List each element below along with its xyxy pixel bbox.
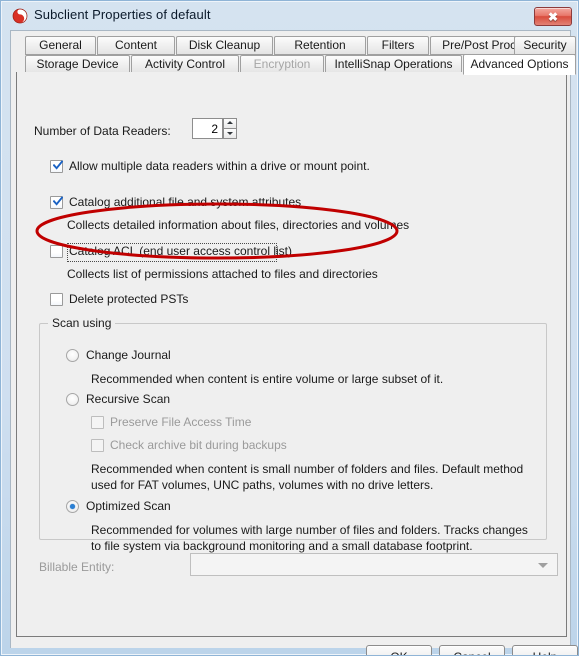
tab-retention-label: Retention [294,38,346,52]
check-archive-bit-checkbox [91,439,104,452]
optimized-scan-row[interactable]: Optimized Scan [66,499,366,516]
chevron-down-icon [227,132,233,136]
combo-separator [530,555,531,574]
radio-selected-dot-icon [70,504,75,509]
tab-advanced-options[interactable]: Advanced Options [463,54,576,75]
tab-filters-label: Filters [381,38,415,52]
delete-protected-psts-checkbox[interactable] [50,293,63,306]
change-journal-radio[interactable] [66,349,79,362]
tab-filters[interactable]: Filters [367,36,429,55]
optimized-scan-radio[interactable] [66,500,79,513]
checkmark-icon [53,196,63,208]
billable-entity-dropdown[interactable] [190,553,558,576]
tab-general-label: General [39,38,82,52]
catalog-acl-row[interactable]: Catalog ACL (end user access control lis… [50,243,450,262]
close-button[interactable]: ✖ [534,7,572,26]
change-journal-label: Change Journal [86,348,171,362]
tab-activity-control-label: Activity Control [144,57,226,71]
optimized-scan-label: Optimized Scan [86,499,171,513]
tab-storage-device-label: Storage Device [36,57,119,71]
catalog-acl-checkbox[interactable] [50,245,63,258]
tab-content-label: Content [114,38,158,52]
scan-using-groupbox: Scan using Change Journal Recommended wh… [39,316,547,553]
recursive-scan-label: Recursive Scan [86,392,171,406]
ok-button[interactable]: OK [366,645,432,655]
tab-encryption-label: Encryption [253,57,311,71]
spinner-up-button[interactable] [223,118,237,129]
tab-security-label: Security [523,38,567,52]
chevron-down-icon [538,563,548,568]
subclient-properties-window: Subclient Properties of default ✖ Genera… [0,0,579,656]
catalog-acl-label: Catalog ACL (end user access control lis… [69,244,292,258]
tab-intellisnap-operations-label: IntelliSnap Operations [334,57,453,71]
check-archive-bit-label: Check archive bit during backups [110,438,287,452]
optimized-scan-help-line1: Recommended for volumes with large numbe… [91,523,528,537]
preserve-file-access-time-checkbox [91,416,104,429]
delete-protected-psts-label: Delete protected PSTs [69,292,189,306]
recursive-scan-help-line1: Recommended when content is small number… [91,462,524,476]
allow-multiple-readers-label: Allow multiple data readers within a dri… [69,159,370,173]
recursive-scan-row[interactable]: Recursive Scan [66,392,366,409]
advanced-options-panel: Number of Data Readers: 2 Allow multiple… [16,72,567,637]
optimized-scan-help-line2: to file system via background monitoring… [91,539,473,553]
tab-advanced-options-label: Advanced Options [470,57,569,71]
tab-content[interactable]: Content [97,36,175,55]
tab-retention[interactable]: Retention [274,36,366,55]
allow-multiple-readers-row[interactable]: Allow multiple data readers within a dri… [50,159,450,176]
commvault-swirl-icon [12,8,28,24]
checkmark-icon [53,160,63,172]
tab-disk-cleanup[interactable]: Disk Cleanup [176,36,273,55]
recursive-scan-help-line2: used for FAT volumes, UNC paths, volumes… [91,478,434,492]
cancel-button[interactable]: Cancel [439,645,505,655]
catalog-attributes-label: Catalog additional file and system attri… [69,195,302,209]
billable-entity-label: Billable Entity: [39,560,115,574]
catalog-acl-help-text: Collects list of permissions attached to… [67,267,378,281]
recursive-scan-radio[interactable] [66,393,79,406]
data-readers-spin-buttons[interactable] [223,118,237,139]
scan-using-title: Scan using [48,316,116,330]
data-readers-stepper[interactable]: 2 [192,118,237,139]
tab-security[interactable]: Security [514,36,576,55]
tab-strip: General Content Disk Cleanup Retention F… [16,36,576,75]
check-archive-bit-row: Check archive bit during backups [91,438,391,455]
catalog-attributes-row[interactable]: Catalog additional file and system attri… [50,195,450,212]
close-icon: ✖ [547,9,559,24]
data-readers-input[interactable]: 2 [192,118,223,139]
window-title: Subclient Properties of default [34,7,211,22]
spinner-down-button[interactable] [223,128,237,139]
chevron-up-icon [227,121,233,125]
delete-protected-psts-row[interactable]: Delete protected PSTs [50,292,350,309]
client-area: General Content Disk Cleanup Retention F… [10,30,578,655]
preserve-file-access-time-row: Preserve File Access Time [91,415,391,432]
tab-general[interactable]: General [25,36,96,55]
catalog-attributes-help-text: Collects detailed information about file… [67,218,410,232]
catalog-attributes-checkbox[interactable] [50,196,63,209]
help-button[interactable]: Help [512,645,578,655]
title-bar[interactable]: Subclient Properties of default ✖ [1,1,578,30]
change-journal-row[interactable]: Change Journal [66,348,366,365]
change-journal-help-text: Recommended when content is entire volum… [91,372,444,386]
data-readers-label: Number of Data Readers: [34,124,171,138]
preserve-file-access-time-label: Preserve File Access Time [110,415,252,429]
tab-disk-cleanup-label: Disk Cleanup [188,38,261,52]
allow-multiple-readers-checkbox[interactable] [50,160,63,173]
